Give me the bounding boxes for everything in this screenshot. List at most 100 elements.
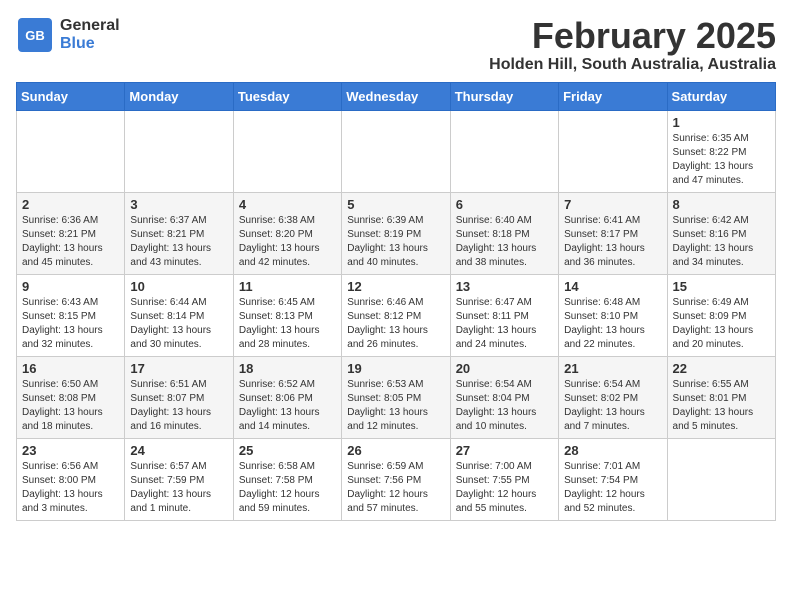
day-number: 26 [347,443,444,458]
day-info: Sunrise: 6:54 AM Sunset: 8:04 PM Dayligh… [456,378,553,434]
day-info: Sunrise: 6:45 AM Sunset: 8:13 PM Dayligh… [239,296,336,352]
calendar-cell: 21Sunrise: 6:54 AM Sunset: 8:02 PM Dayli… [559,356,667,438]
day-number: 16 [22,361,119,376]
day-number: 19 [347,361,444,376]
day-number: 15 [673,279,770,294]
day-number: 10 [130,279,227,294]
day-number: 7 [564,197,661,212]
calendar-cell: 6 Sunrise: 6:40 AM Sunset: 8:18 PM Daylig… [450,192,558,274]
day-info: Sunrise: 6:44 AM Sunset: 8:14 PM Dayligh… [130,296,227,352]
day-number: 5 [347,197,444,212]
week-row-4: 23 Sunrise: 6:56 AM Sunset: 8:00 PM Dayli… [17,438,776,520]
svg-text:GB: GB [25,28,45,43]
title-block: February 2025 Holden Hill, South Austral… [489,16,776,74]
calendar-cell [17,110,125,192]
calendar-cell: 18Sunrise: 6:52 AM Sunset: 8:06 PM Dayli… [233,356,341,438]
weekday-header-friday: Friday [559,82,667,110]
day-info: Sunrise: 6:57 AM Sunset: 7:59 PM Dayligh… [130,460,227,516]
calendar-table: SundayMondayTuesdayWednesdayThursdayFrid… [16,82,776,521]
week-row-2: 9 Sunrise: 6:43 AM Sunset: 8:15 PM Daylig… [17,274,776,356]
week-row-0: 1 Sunrise: 6:35 AM Sunset: 8:22 PM Daylig… [17,110,776,192]
calendar-cell [233,110,341,192]
calendar-cell: 7 Sunrise: 6:41 AM Sunset: 8:17 PM Daylig… [559,192,667,274]
weekday-header-row: SundayMondayTuesdayWednesdayThursdayFrid… [17,82,776,110]
day-number: 27 [456,443,553,458]
day-info: Sunrise: 6:36 AM Sunset: 8:21 PM Dayligh… [22,214,119,270]
day-info: Sunrise: 6:47 AM Sunset: 8:11 PM Dayligh… [456,296,553,352]
day-number: 28 [564,443,661,458]
calendar-cell: 1 Sunrise: 6:35 AM Sunset: 8:22 PM Daylig… [667,110,775,192]
day-info: Sunrise: 6:42 AM Sunset: 8:16 PM Dayligh… [673,214,770,270]
month-title: February 2025 [489,16,776,56]
calendar-cell: 4 Sunrise: 6:38 AM Sunset: 8:20 PM Daylig… [233,192,341,274]
calendar-cell [450,110,558,192]
day-number: 22 [673,361,770,376]
weekday-header-tuesday: Tuesday [233,82,341,110]
day-number: 2 [22,197,119,212]
calendar-body: 1 Sunrise: 6:35 AM Sunset: 8:22 PM Daylig… [17,110,776,520]
day-number: 23 [22,443,119,458]
day-info: Sunrise: 6:55 AM Sunset: 8:01 PM Dayligh… [673,378,770,434]
day-number: 12 [347,279,444,294]
calendar-cell: 8 Sunrise: 6:42 AM Sunset: 8:16 PM Daylig… [667,192,775,274]
calendar-cell [342,110,450,192]
day-info: Sunrise: 6:48 AM Sunset: 8:10 PM Dayligh… [564,296,661,352]
calendar-cell [667,438,775,520]
calendar-cell: 3Sunrise: 6:37 AM Sunset: 8:21 PM Daylig… [125,192,233,274]
calendar-cell: 12 Sunrise: 6:46 AM Sunset: 8:12 PM Dayli… [342,274,450,356]
day-number: 14 [564,279,661,294]
calendar-cell: 19Sunrise: 6:53 AM Sunset: 8:05 PM Dayli… [342,356,450,438]
calendar-cell: 10 Sunrise: 6:44 AM Sunset: 8:14 PM Dayli… [125,274,233,356]
calendar-cell: 5 Sunrise: 6:39 AM Sunset: 8:19 PM Daylig… [342,192,450,274]
day-info: Sunrise: 6:46 AM Sunset: 8:12 PM Dayligh… [347,296,444,352]
day-info: Sunrise: 6:43 AM Sunset: 8:15 PM Dayligh… [22,296,119,352]
calendar-cell: 25 Sunrise: 6:58 AM Sunset: 7:58 PM Dayli… [233,438,341,520]
calendar-cell: 16 Sunrise: 6:50 AM Sunset: 8:08 PM Dayli… [17,356,125,438]
logo-icon: GB [16,16,54,54]
day-number: 9 [22,279,119,294]
day-number: 17 [130,361,227,376]
day-info: Sunrise: 6:49 AM Sunset: 8:09 PM Dayligh… [673,296,770,352]
week-row-1: 2 Sunrise: 6:36 AM Sunset: 8:21 PM Daylig… [17,192,776,274]
weekday-header-thursday: Thursday [450,82,558,110]
day-number: 11 [239,279,336,294]
day-info: Sunrise: 6:35 AM Sunset: 8:22 PM Dayligh… [673,132,770,188]
day-number: 20 [456,361,553,376]
calendar-cell: 11 Sunrise: 6:45 AM Sunset: 8:13 PM Dayli… [233,274,341,356]
calendar-cell: 22 Sunrise: 6:55 AM Sunset: 8:01 PM Dayli… [667,356,775,438]
calendar-cell: 20 Sunrise: 6:54 AM Sunset: 8:04 PM Dayli… [450,356,558,438]
calendar-cell: 28 Sunrise: 7:01 AM Sunset: 7:54 PM Dayli… [559,438,667,520]
day-info: Sunrise: 6:56 AM Sunset: 8:00 PM Dayligh… [22,460,119,516]
day-number: 24 [130,443,227,458]
logo-general: General [60,17,120,35]
calendar-cell [125,110,233,192]
page-header: GB General Blue February 2025 Holden Hil… [16,16,776,74]
weekday-header-wednesday: Wednesday [342,82,450,110]
day-number: 1 [673,115,770,130]
day-info: Sunrise: 6:37 AM Sunset: 8:21 PM Dayligh… [130,214,227,270]
day-info: Sunrise: 6:41 AM Sunset: 8:17 PM Dayligh… [564,214,661,270]
calendar-cell: 26Sunrise: 6:59 AM Sunset: 7:56 PM Dayli… [342,438,450,520]
day-info: Sunrise: 7:01 AM Sunset: 7:54 PM Dayligh… [564,460,661,516]
day-info: Sunrise: 6:50 AM Sunset: 8:08 PM Dayligh… [22,378,119,434]
day-info: Sunrise: 6:39 AM Sunset: 8:19 PM Dayligh… [347,214,444,270]
calendar-cell: 24 Sunrise: 6:57 AM Sunset: 7:59 PM Dayli… [125,438,233,520]
week-row-3: 16 Sunrise: 6:50 AM Sunset: 8:08 PM Dayli… [17,356,776,438]
day-info: Sunrise: 6:38 AM Sunset: 8:20 PM Dayligh… [239,214,336,270]
calendar-cell: 15 Sunrise: 6:49 AM Sunset: 8:09 PM Dayli… [667,274,775,356]
day-info: Sunrise: 6:52 AM Sunset: 8:06 PM Dayligh… [239,378,336,434]
calendar-cell: 9 Sunrise: 6:43 AM Sunset: 8:15 PM Daylig… [17,274,125,356]
day-info: Sunrise: 6:40 AM Sunset: 8:18 PM Dayligh… [456,214,553,270]
day-number: 6 [456,197,553,212]
logo-blue: Blue [60,35,120,53]
calendar-cell: 23 Sunrise: 6:56 AM Sunset: 8:00 PM Dayli… [17,438,125,520]
day-number: 25 [239,443,336,458]
weekday-header-sunday: Sunday [17,82,125,110]
day-info: Sunrise: 6:58 AM Sunset: 7:58 PM Dayligh… [239,460,336,516]
calendar-cell: 27Sunrise: 7:00 AM Sunset: 7:55 PM Dayli… [450,438,558,520]
calendar-cell: 17 Sunrise: 6:51 AM Sunset: 8:07 PM Dayli… [125,356,233,438]
day-number: 4 [239,197,336,212]
day-info: Sunrise: 6:51 AM Sunset: 8:07 PM Dayligh… [130,378,227,434]
day-number: 8 [673,197,770,212]
day-number: 13 [456,279,553,294]
